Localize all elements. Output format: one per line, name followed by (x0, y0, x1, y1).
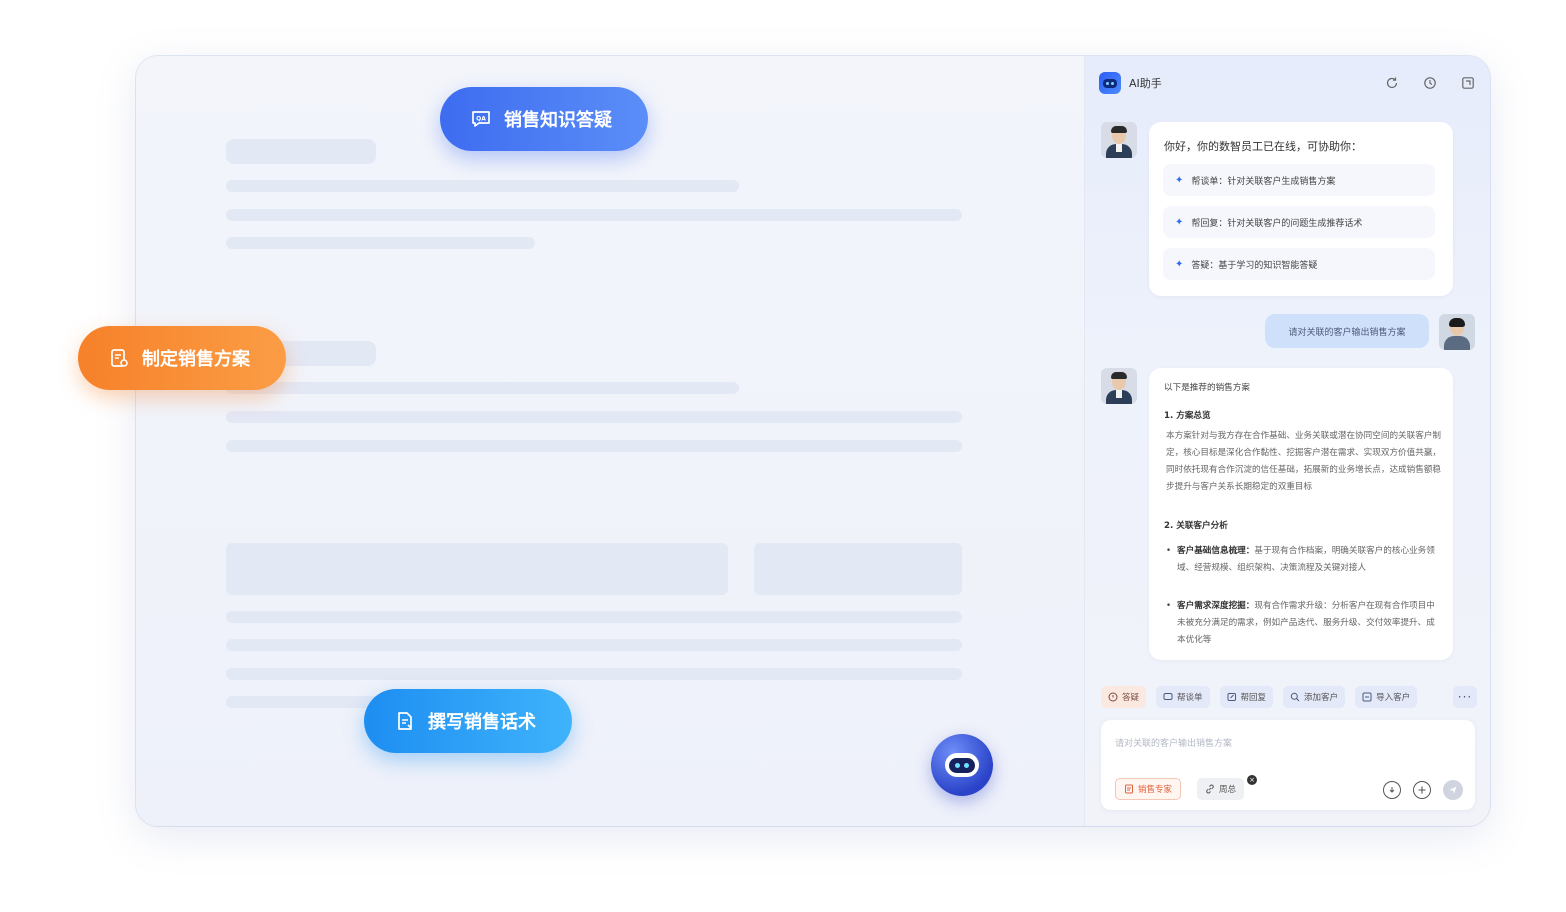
greeting-option-label: 帮回复：针对关联客户的问题生成推荐话术 (1191, 218, 1363, 229)
assistant-avatar (1101, 122, 1137, 158)
document-icon (1125, 784, 1133, 794)
sales-qa-feature-pill[interactable]: QA 销售知识答疑 (440, 87, 648, 151)
qa-chip-button[interactable]: 答疑 (1101, 686, 1147, 708)
assistant-title: AI助手 (1129, 77, 1162, 90)
more-options-button[interactable]: ··· (1453, 686, 1477, 708)
ai-assistant-panel: AI助手 你好，你的数智员工已在线，可协助你： ✦ 帮谈单：针对关联客户生成销售… (1084, 56, 1490, 826)
linked-customer-tag-label: 周总 (1219, 785, 1237, 795)
add-attachment-icon[interactable] (1413, 781, 1431, 799)
skeleton-line (226, 611, 962, 623)
skeleton-line (226, 237, 535, 249)
reply-section-title: 1. 方案总览 (1164, 411, 1211, 421)
sales-script-feature-pill[interactable]: 撰写销售话术 (364, 689, 572, 753)
qa-chat-icon: QA (472, 111, 490, 127)
chat-input-box[interactable]: 请对关联的客户输出销售方案 销售专家 周总 × (1101, 720, 1475, 810)
reply-intro: 以下是推荐的销售方案 (1164, 383, 1250, 393)
reply-bullet: 客户需求深度挖掘：现有合作需求升级：分析客户在现有合作项目中未被充分满足的需求，… (1166, 598, 1439, 649)
assistant-header: AI助手 (1099, 70, 1476, 96)
qa-icon (1108, 692, 1118, 702)
refresh-icon[interactable] (1384, 75, 1400, 91)
write-document-icon (398, 712, 412, 730)
skeleton-line (226, 639, 962, 651)
sales-script-feature-label: 撰写销售话术 (428, 712, 536, 733)
skeleton-line (226, 668, 962, 680)
greeting-title: 你好，你的数智员工已在线，可协助你： (1164, 140, 1362, 153)
skeleton-line (226, 411, 962, 423)
reply-chip-label: 帮回复 (1240, 693, 1267, 703)
search-user-icon (1290, 692, 1300, 702)
greeting-card: 你好，你的数智员工已在线，可协助你： ✦ 帮谈单：针对关联客户生成销售方案 ✦ … (1149, 122, 1453, 296)
send-icon[interactable] (1443, 780, 1463, 800)
robot-logo-icon (1099, 72, 1121, 94)
reply-chip-button[interactable]: 帮回复 (1219, 686, 1274, 708)
add-customer-chip-button[interactable]: 添加客户 (1283, 686, 1346, 708)
import-icon (1362, 692, 1372, 702)
ai-robot-launcher-button[interactable] (931, 734, 993, 796)
svg-text:QA: QA (476, 116, 486, 123)
reply-paragraph: 本方案针对与我方存在合作基础、业务关联或潜在协同空间的关联客户制定，核心目标是深… (1166, 431, 1442, 492)
chat-input-placeholder[interactable]: 请对关联的客户输出销售方案 (1115, 736, 1232, 749)
voice-input-icon[interactable] (1383, 781, 1401, 799)
assistant-avatar (1101, 368, 1137, 404)
sales-plan-feature-pill[interactable]: 制定销售方案 (78, 326, 286, 390)
sales-expert-tag-label: 销售专家 (1138, 785, 1173, 795)
greeting-option[interactable]: ✦ 帮回复：针对关联客户的问题生成推荐话术 (1163, 206, 1435, 238)
greeting-option[interactable]: ✦ 答疑：基于学习的知识智能答疑 (1163, 248, 1435, 280)
greeting-option[interactable]: ✦ 帮谈单：针对关联客户生成销售方案 (1163, 164, 1435, 196)
qa-chip-label: 答疑 (1122, 693, 1140, 703)
sparkle-icon: ✦ (1175, 258, 1184, 270)
chat-icon (1163, 693, 1173, 700)
history-icon[interactable] (1422, 75, 1438, 91)
reply-section-title: 2. 关联客户分析 (1164, 521, 1228, 531)
plan-document-icon (111, 349, 128, 367)
reply-bullet-label: 客户需求深度挖掘： (1177, 601, 1255, 611)
app-frame: AI助手 你好，你的数智员工已在线，可协助你： ✦ 帮谈单：针对关联客户生成销售… (136, 56, 1490, 826)
sales-plan-feature-label: 制定销售方案 (142, 349, 250, 370)
robot-icon (945, 753, 979, 777)
greeting-option-label: 答疑：基于学习的知识智能答疑 (1191, 260, 1318, 271)
add-customer-chip-label: 添加客户 (1304, 693, 1339, 703)
skeleton-line (226, 180, 739, 192)
quick-actions-toolbar: 答疑 帮谈单 帮回复 添加客户 导入客户 ··· (1101, 686, 1477, 708)
sales-expert-tag[interactable]: 销售专家 (1115, 778, 1182, 800)
import-customer-chip-label: 导入客户 (1376, 693, 1411, 703)
user-message-bubble: 请对关联的客户输出销售方案 (1265, 314, 1429, 348)
expand-panel-icon[interactable] (1460, 75, 1476, 91)
content-placeholder-pane (136, 56, 1084, 826)
skeleton-line (226, 440, 962, 452)
remove-tag-close-icon[interactable]: × (1247, 775, 1257, 785)
import-customer-chip-button[interactable]: 导入客户 (1355, 686, 1418, 708)
sparkle-icon: ✦ (1175, 216, 1184, 228)
skeleton-block (226, 139, 376, 164)
skeleton-block (754, 543, 962, 595)
deal-chip-label: 帮谈单 (1177, 693, 1203, 703)
link-icon (1206, 784, 1214, 794)
sales-qa-feature-label: 销售知识答疑 (504, 110, 612, 131)
user-avatar (1439, 314, 1475, 350)
skeleton-line (226, 209, 962, 221)
greeting-option-label: 帮谈单：针对关联客户生成销售方案 (1191, 176, 1336, 187)
reply-bullet: 客户基础信息梳理：基于现有合作档案，明确关联客户的核心业务领域、经营规模、组织架… (1166, 543, 1439, 577)
reply-bullet-label: 客户基础信息梳理： (1177, 546, 1255, 556)
skeleton-block (226, 543, 728, 595)
assistant-reply-card: 以下是推荐的销售方案 1. 方案总览 本方案针对与我方存在合作基础、业务关联或潜… (1149, 368, 1453, 660)
deal-chip-button[interactable]: 帮谈单 (1156, 686, 1210, 708)
skeleton-line (226, 382, 739, 394)
linked-customer-tag[interactable]: 周总 (1197, 778, 1245, 800)
sparkle-icon: ✦ (1175, 174, 1184, 186)
edit-icon (1227, 693, 1236, 701)
